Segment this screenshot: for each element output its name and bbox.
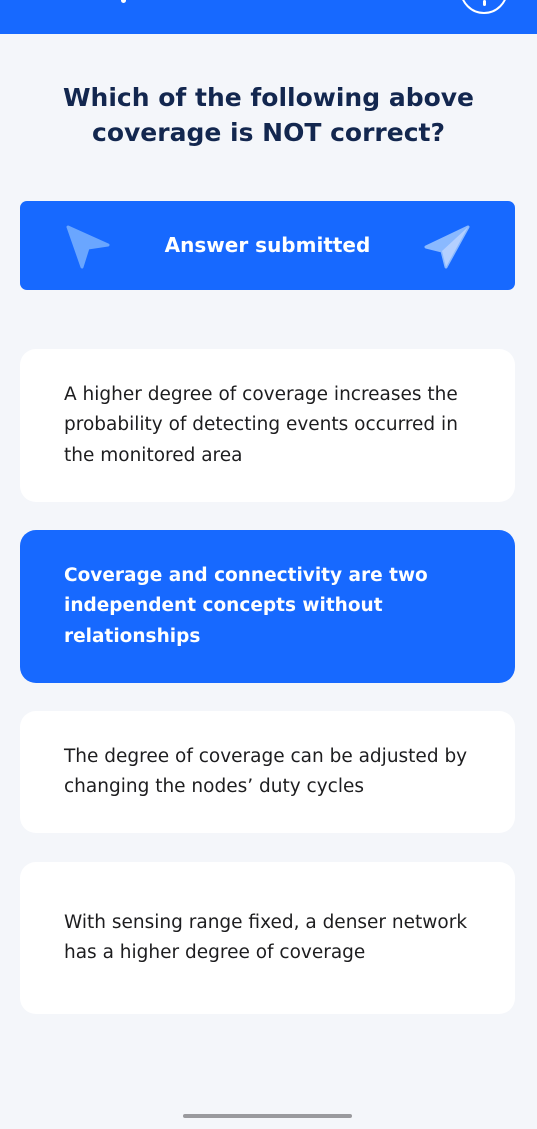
answer-option-1[interactable]: A higher degree of coverage increases th… [20,349,515,502]
info-button[interactable] [460,0,508,14]
question-line-1: Which of the following above [62,83,475,112]
paper-plane-icon [424,225,470,269]
top-app-bar [0,0,537,34]
answer-option-3[interactable]: The degree of coverage can be adjusted b… [20,711,515,833]
answer-option-2-selected[interactable]: Coverage and connectivity are two indepe… [20,530,515,683]
answer-option-text: Coverage and connectivity are two indepe… [64,564,428,647]
info-icon [483,0,486,6]
answer-option-text: A higher degree of coverage increases th… [64,383,458,466]
question-title: Which of the following above coverage is… [30,80,507,150]
progress-marker [121,0,126,3]
answer-option-text: The degree of coverage can be adjusted b… [64,745,468,798]
answer-submitted-banner: Answer submitted [20,201,515,290]
answer-option-4[interactable]: With sensing range fixed, a denser netwo… [20,862,515,1014]
home-indicator[interactable] [183,1114,352,1118]
answer-option-text: With sensing range fixed, a denser netwo… [64,911,468,964]
question-line-2: coverage is NOT correct? [92,118,445,147]
